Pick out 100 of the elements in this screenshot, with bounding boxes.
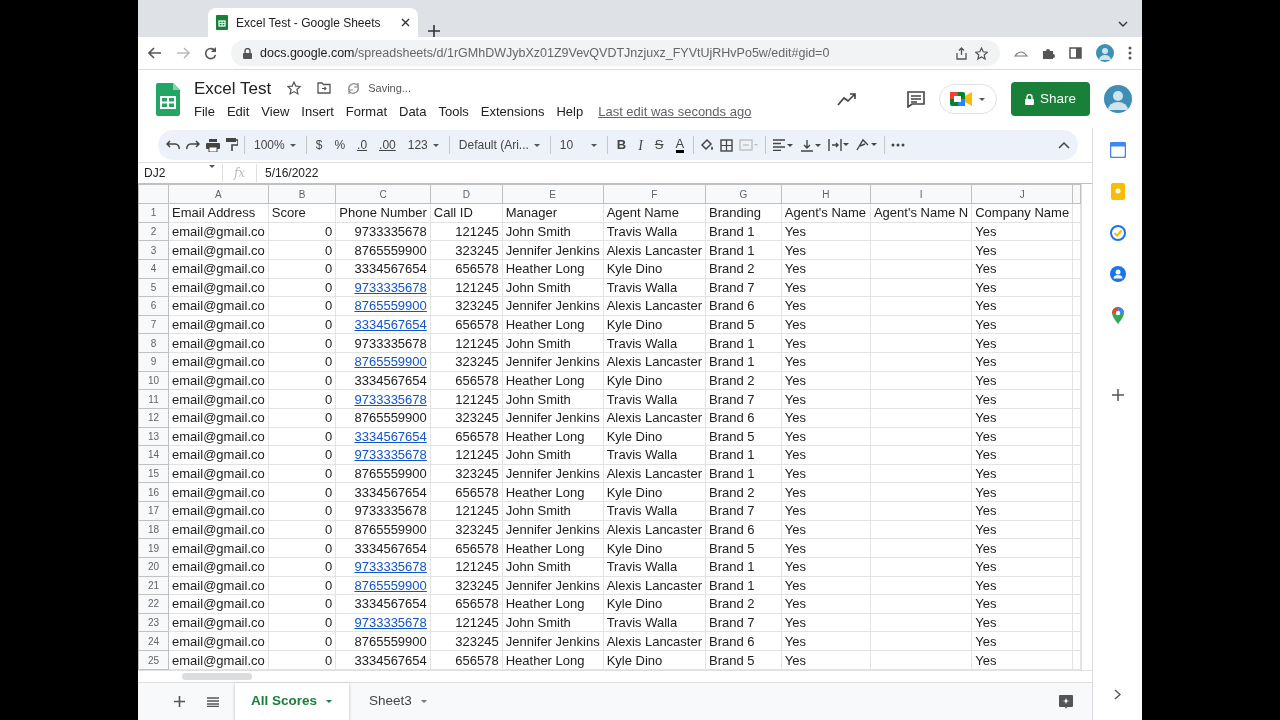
more-icon[interactable] bbox=[1128, 46, 1132, 60]
column-header[interactable]: H bbox=[781, 184, 871, 204]
column-header[interactable]: E bbox=[502, 184, 604, 204]
all-sheets-icon[interactable] bbox=[207, 696, 219, 707]
formula-input[interactable]: 5/16/2022 bbox=[257, 164, 1092, 182]
vertical-align-icon[interactable] bbox=[800, 138, 823, 152]
table-cell: email@gmail.co bbox=[172, 540, 265, 556]
lock-icon bbox=[243, 47, 252, 59]
percent-button[interactable]: % bbox=[331, 136, 349, 154]
table-cell: 3334567654 bbox=[354, 596, 427, 612]
puzzle-icon[interactable] bbox=[1042, 46, 1055, 60]
explore-icon[interactable] bbox=[1058, 693, 1074, 710]
star-icon[interactable] bbox=[975, 46, 988, 60]
sheet-tab[interactable]: All Scores bbox=[235, 683, 350, 720]
table-cell: 9733335678 bbox=[354, 335, 427, 351]
strikethrough-button[interactable]: S bbox=[651, 135, 667, 155]
column-header[interactable]: B bbox=[268, 184, 336, 204]
column-header[interactable]: J bbox=[971, 184, 1073, 204]
name-box[interactable]: DJ2 bbox=[138, 164, 223, 182]
address-bar[interactable]: docs.google.com/spreadsheets/d/1rGMhDWJybXz01Z9VevQVDTJnzjuxz_FYVtUjRHvPo5w/edit#gid=0 bbox=[231, 40, 1000, 66]
share-button[interactable]: Share bbox=[1010, 82, 1090, 116]
text-wrap-icon[interactable] bbox=[828, 138, 851, 152]
add-sheet-icon[interactable] bbox=[174, 696, 185, 707]
menu-item[interactable]: Format bbox=[340, 101, 392, 123]
number-format-dropdown[interactable]: 123 bbox=[404, 136, 443, 154]
column-header[interactable]: I bbox=[870, 184, 972, 204]
chevron-down-icon[interactable] bbox=[1118, 21, 1128, 27]
last-edit-link[interactable]: Last edit was seconds ago bbox=[598, 102, 752, 122]
document-title[interactable]: Excel Test bbox=[194, 75, 272, 101]
comment-icon[interactable] bbox=[906, 90, 925, 108]
new-tab-icon[interactable] bbox=[428, 25, 440, 37]
table-cell: 656578 bbox=[455, 596, 499, 612]
redo-icon[interactable] bbox=[186, 140, 200, 150]
menu-item[interactable]: View bbox=[256, 101, 295, 123]
column-header[interactable]: D bbox=[430, 184, 503, 204]
calendar-icon[interactable] bbox=[1109, 142, 1126, 158]
table-cell: Yes bbox=[975, 279, 997, 295]
borders-icon[interactable] bbox=[720, 138, 734, 152]
menu-item[interactable]: Extensions bbox=[475, 101, 550, 123]
table-cell: 0 bbox=[325, 503, 333, 519]
add-icon[interactable] bbox=[1111, 389, 1124, 401]
sheets-logo-icon[interactable] bbox=[156, 82, 180, 116]
folder-icon[interactable] bbox=[317, 82, 332, 95]
fx-label: fx bbox=[223, 164, 257, 182]
avatar-icon[interactable] bbox=[1104, 85, 1132, 113]
table-cell: Yes bbox=[784, 410, 807, 426]
reload-icon[interactable] bbox=[204, 46, 217, 60]
table-cell: Kyle Dino bbox=[606, 652, 663, 668]
font-dropdown[interactable]: Default (Ari... bbox=[455, 136, 544, 154]
fill-color-icon[interactable] bbox=[700, 138, 715, 152]
table-cell: Yes bbox=[975, 223, 997, 239]
text-color-button[interactable]: A bbox=[672, 137, 688, 153]
increase-decimal-button[interactable]: .00 bbox=[376, 136, 399, 154]
avatar-icon[interactable] bbox=[1096, 44, 1114, 62]
menu-item[interactable]: Tools bbox=[433, 101, 474, 123]
zoom-dropdown[interactable]: 100% bbox=[251, 136, 300, 154]
contacts-icon[interactable] bbox=[1109, 266, 1126, 282]
decrease-decimal-button[interactable]: .0 bbox=[354, 136, 371, 154]
print-icon[interactable] bbox=[206, 138, 220, 152]
column-header[interactable]: G bbox=[705, 184, 782, 204]
table-cell: Yes bbox=[975, 559, 997, 575]
chevron-right-icon[interactable] bbox=[1114, 689, 1121, 700]
back-icon[interactable] bbox=[148, 47, 162, 59]
text-rotation-icon[interactable] bbox=[856, 138, 879, 152]
more-icon[interactable] bbox=[891, 143, 906, 147]
menu-item[interactable]: Edit bbox=[221, 101, 255, 123]
undo-icon[interactable] bbox=[166, 140, 180, 150]
menu-item[interactable]: File bbox=[189, 101, 220, 123]
table-cell: 0 bbox=[325, 410, 333, 426]
currency-button[interactable]: $ bbox=[312, 136, 326, 154]
font-size-dropdown[interactable]: 10 bbox=[556, 136, 601, 154]
share-icon[interactable] bbox=[956, 46, 967, 60]
menu-item[interactable]: Insert bbox=[296, 101, 339, 123]
table-cell: Yes bbox=[975, 596, 997, 612]
table-cell: Jennifer Jenkins bbox=[505, 410, 600, 426]
scrollbar-thumb[interactable] bbox=[182, 673, 252, 680]
menu-item[interactable]: Data bbox=[394, 101, 432, 123]
table-cell: Brand 1 bbox=[709, 577, 755, 593]
column-header[interactable]: A bbox=[168, 184, 269, 204]
trend-chart-icon[interactable] bbox=[836, 92, 857, 106]
column-header[interactable]: C bbox=[335, 184, 431, 204]
side-panel-icon[interactable] bbox=[1069, 47, 1082, 59]
align-icon[interactable] bbox=[772, 139, 795, 151]
close-icon[interactable] bbox=[401, 18, 410, 27]
task-check-icon[interactable] bbox=[1109, 225, 1126, 241]
table-cell: Yes bbox=[784, 317, 807, 333]
table-cell: Alexis Lancaster bbox=[606, 242, 703, 258]
table-cell: Jennifer Jenkins bbox=[505, 466, 600, 482]
table-cell: Yes bbox=[784, 372, 807, 388]
browser-tab[interactable]: Excel Test - Google Sheets bbox=[208, 8, 418, 37]
italic-button[interactable]: I bbox=[635, 134, 646, 156]
paint-roller-icon[interactable] bbox=[226, 138, 238, 152]
star-icon[interactable] bbox=[287, 81, 302, 96]
bold-button[interactable]: B bbox=[613, 135, 630, 155]
sheet-tab[interactable]: Sheet3 bbox=[353, 683, 444, 720]
map-pin-icon[interactable] bbox=[1111, 307, 1124, 324]
collapse-icon[interactable] bbox=[1058, 141, 1070, 149]
column-header[interactable]: F bbox=[603, 184, 706, 204]
menu-item[interactable]: Help bbox=[551, 101, 589, 123]
table-cell: Heather Long bbox=[505, 540, 585, 556]
